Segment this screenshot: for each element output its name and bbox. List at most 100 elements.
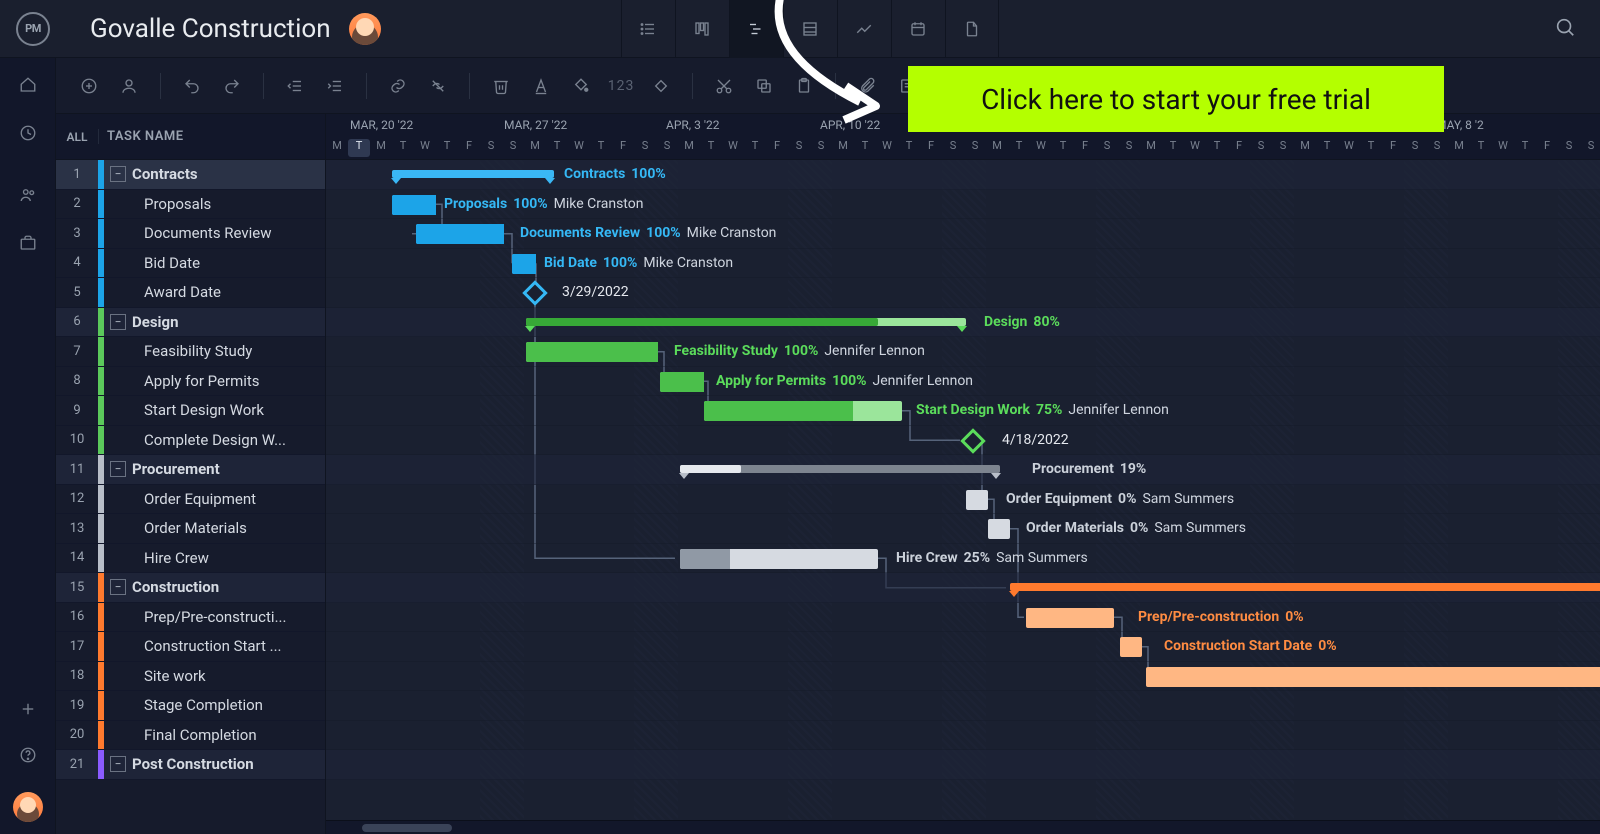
view-file-icon[interactable]: [945, 0, 999, 58]
assign-user-icon[interactable]: [116, 73, 142, 99]
view-sheet-icon[interactable]: [783, 0, 837, 58]
milestone-shape-icon[interactable]: [648, 73, 674, 99]
task-row[interactable]: 18Site work: [56, 662, 325, 692]
task-row[interactable]: 8Apply for Permits: [56, 367, 325, 397]
task-row[interactable]: 14Hire Crew: [56, 544, 325, 574]
collapse-toggle-icon[interactable]: −: [110, 166, 126, 182]
gantt-row[interactable]: Prep/Pre-construction 0%: [326, 603, 1600, 633]
task-row[interactable]: 12Order Equipment: [56, 485, 325, 515]
unlink-icon[interactable]: [425, 73, 451, 99]
gantt-horizontal-scrollbar[interactable]: [326, 820, 1600, 834]
task-row[interactable]: 10Complete Design W...: [56, 426, 325, 456]
gantt-row[interactable]: Proposals 100% Mike Cranston: [326, 190, 1600, 220]
nav-home-icon[interactable]: [19, 76, 37, 98]
task-row[interactable]: 4Bid Date: [56, 249, 325, 279]
gantt-row[interactable]: 4/18/2022: [326, 426, 1600, 456]
task-bar[interactable]: [1026, 608, 1114, 628]
cta-free-trial-button[interactable]: Click here to start your free trial: [908, 66, 1444, 132]
nav-team-icon[interactable]: [19, 186, 37, 208]
task-row[interactable]: 1−Contracts: [56, 160, 325, 190]
milestone-marker[interactable]: [522, 280, 547, 305]
task-row[interactable]: 7Feasibility Study: [56, 337, 325, 367]
collapse-toggle-icon[interactable]: −: [110, 756, 126, 772]
user-avatar[interactable]: [13, 792, 43, 822]
link-icon[interactable]: [385, 73, 411, 99]
task-row[interactable]: 17Construction Start ...: [56, 632, 325, 662]
task-row[interactable]: 20Final Completion: [56, 721, 325, 751]
column-task-name-header[interactable]: TASK NAME: [98, 129, 325, 144]
task-row[interactable]: 5Award Date: [56, 278, 325, 308]
paste-icon[interactable]: [791, 73, 817, 99]
text-style-icon[interactable]: [528, 73, 554, 99]
gantt-row[interactable]: Construction Start Date 0%: [326, 632, 1600, 662]
indent-icon[interactable]: [322, 73, 348, 99]
gantt-row[interactable]: Hire Crew 25% Sam Summers: [326, 544, 1600, 574]
task-bar[interactable]: [704, 401, 902, 421]
gantt-row[interactable]: Start Design Work 75% Jennifer Lennon: [326, 396, 1600, 426]
task-row[interactable]: 9Start Design Work: [56, 396, 325, 426]
task-bar[interactable]: [966, 490, 988, 510]
search-icon[interactable]: [1546, 8, 1584, 50]
nav-portfolio-icon[interactable]: [19, 234, 37, 256]
undo-icon[interactable]: [179, 73, 205, 99]
gantt-row[interactable]: [326, 573, 1600, 603]
milestone-marker[interactable]: [960, 428, 985, 453]
gantt-row[interactable]: [326, 691, 1600, 721]
gantt-row[interactable]: Contracts 100%: [326, 160, 1600, 190]
gantt-row[interactable]: [326, 721, 1600, 751]
view-calendar-icon[interactable]: [891, 0, 945, 58]
task-bar[interactable]: [988, 519, 1010, 539]
gantt-row[interactable]: [326, 750, 1600, 780]
task-row[interactable]: 16Prep/Pre-constructi...: [56, 603, 325, 633]
gantt-row[interactable]: Bid Date 100% Mike Cranston: [326, 249, 1600, 279]
gantt-row[interactable]: Order Equipment 0% Sam Summers: [326, 485, 1600, 515]
gantt-row[interactable]: Procurement 19%: [326, 455, 1600, 485]
task-bar[interactable]: [526, 342, 658, 362]
project-owner-avatar[interactable]: [349, 13, 381, 45]
cut-icon[interactable]: [711, 73, 737, 99]
gantt-row[interactable]: Apply for Permits 100% Jennifer Lennon: [326, 367, 1600, 397]
task-row[interactable]: 13Order Materials: [56, 514, 325, 544]
attach-icon[interactable]: [854, 73, 880, 99]
task-bar[interactable]: [1120, 637, 1142, 657]
add-task-icon[interactable]: [76, 73, 102, 99]
column-number-icon[interactable]: 123: [608, 73, 634, 99]
gantt-horizontal-scrollbar-thumb[interactable]: [362, 824, 452, 832]
collapse-toggle-icon[interactable]: −: [110, 461, 126, 477]
app-logo[interactable]: PM: [16, 12, 50, 46]
fill-color-icon[interactable]: [568, 73, 594, 99]
collapse-toggle-icon[interactable]: −: [110, 579, 126, 595]
view-dashboard-icon[interactable]: [837, 0, 891, 58]
task-bar[interactable]: [392, 195, 436, 215]
collapse-toggle-icon[interactable]: −: [110, 314, 126, 330]
view-list-icon[interactable]: [621, 0, 675, 58]
task-bar[interactable]: [660, 372, 704, 392]
nav-help-icon[interactable]: [19, 746, 37, 768]
redo-icon[interactable]: [219, 73, 245, 99]
gantt-row[interactable]: Documents Review 100% Mike Cranston: [326, 219, 1600, 249]
task-row[interactable]: 11−Procurement: [56, 455, 325, 485]
delete-icon[interactable]: [488, 73, 514, 99]
view-gantt-icon[interactable]: [729, 0, 783, 58]
nav-recent-icon[interactable]: [19, 124, 37, 146]
outdent-icon[interactable]: [282, 73, 308, 99]
gantt-row[interactable]: Order Materials 0% Sam Summers: [326, 514, 1600, 544]
gantt-row[interactable]: Design 80%: [326, 308, 1600, 338]
task-row[interactable]: 19Stage Completion: [56, 691, 325, 721]
task-bar[interactable]: [1146, 667, 1600, 687]
gantt-row[interactable]: [326, 662, 1600, 692]
task-row[interactable]: 21−Post Construction: [56, 750, 325, 780]
copy-icon[interactable]: [751, 73, 777, 99]
summary-bar[interactable]: [1010, 583, 1600, 591]
task-bar[interactable]: [512, 254, 536, 274]
nav-add-icon[interactable]: [19, 700, 37, 722]
gantt-row[interactable]: 3/29/2022: [326, 278, 1600, 308]
gantt-row[interactable]: Feasibility Study 100% Jennifer Lennon: [326, 337, 1600, 367]
view-board-icon[interactable]: [675, 0, 729, 58]
task-row[interactable]: 3Documents Review: [56, 219, 325, 249]
column-all-header[interactable]: ALL: [56, 130, 98, 144]
task-bar[interactable]: [680, 549, 878, 569]
summary-bar[interactable]: [392, 170, 554, 178]
task-row[interactable]: 2Proposals: [56, 190, 325, 220]
task-bar[interactable]: [416, 224, 504, 244]
